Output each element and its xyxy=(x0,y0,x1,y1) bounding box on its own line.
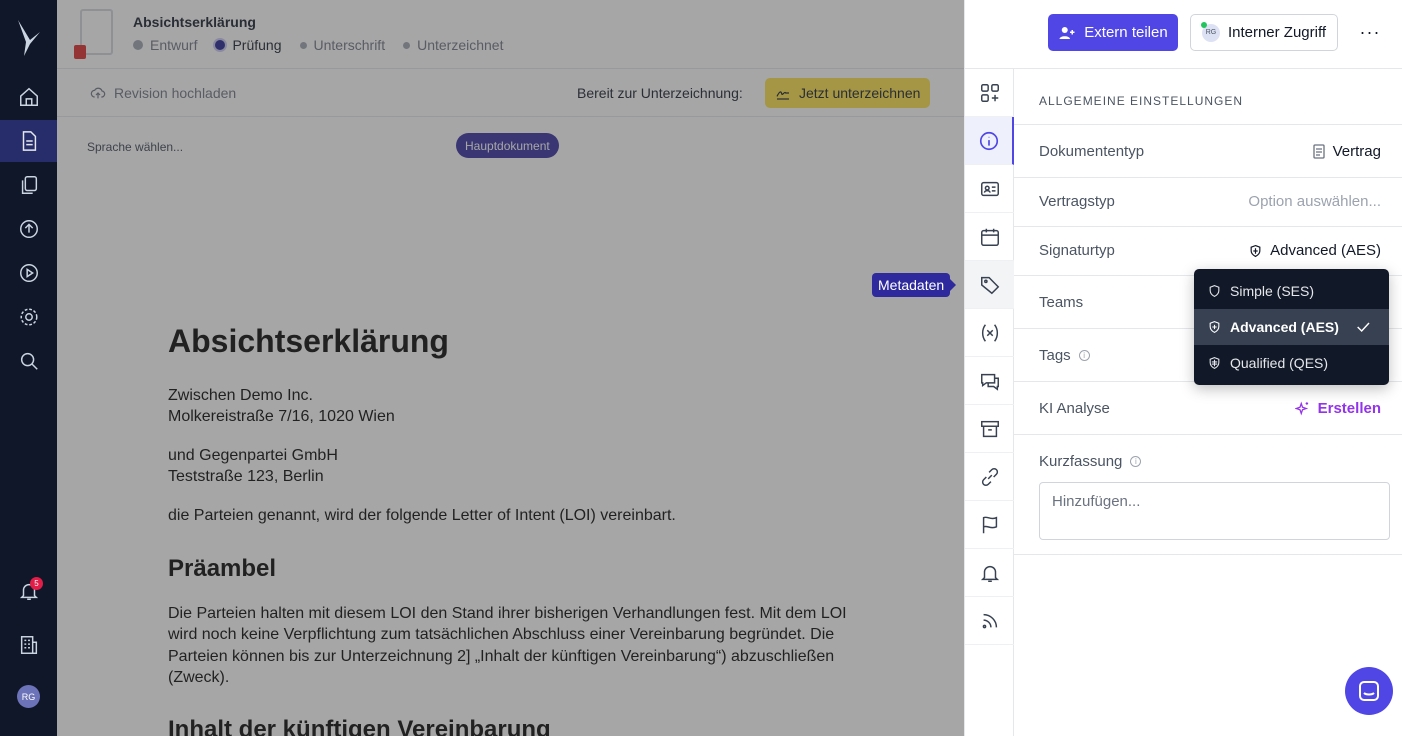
access-avatar: RG xyxy=(1200,21,1220,42)
play-icon xyxy=(19,264,38,282)
signature-type-label: Signaturtyp xyxy=(1039,242,1115,259)
chat-icon xyxy=(980,373,999,391)
section-title: ALLGEMEINE EINSTELLUNGEN xyxy=(1014,69,1402,125)
shield-icon xyxy=(1250,244,1261,257)
user-avatar[interactable]: RG xyxy=(17,685,40,708)
left-navigation: 5 RG xyxy=(0,0,57,736)
document-type-label: Dokumententyp xyxy=(1039,143,1145,160)
support-chat-button[interactable] xyxy=(1345,667,1393,715)
rss-icon xyxy=(982,613,997,628)
row-summary: Kurzfassung i xyxy=(1014,435,1402,555)
calendar-icon xyxy=(980,228,999,246)
ai-create-button[interactable]: Erstellen xyxy=(1294,400,1381,417)
rail-metadata[interactable] xyxy=(965,261,1014,309)
nav-settings[interactable] xyxy=(0,296,57,338)
teams-label: Teams xyxy=(1039,294,1084,311)
ai-analysis-label: KI Analyse xyxy=(1039,400,1110,417)
shield-icon xyxy=(1209,285,1220,298)
panel-icon-rail xyxy=(965,69,1014,736)
gear-icon xyxy=(19,308,38,326)
document-icon xyxy=(22,131,36,151)
more-options-button[interactable]: ··· xyxy=(1355,19,1385,45)
add-user-icon xyxy=(1059,26,1075,39)
notification-badge: 5 xyxy=(30,577,43,590)
nav-search[interactable] xyxy=(0,340,57,382)
info-icon xyxy=(979,131,998,150)
tags-label: Tags i xyxy=(1039,347,1090,364)
rail-contacts[interactable] xyxy=(965,165,1014,213)
nav-notifications[interactable] xyxy=(0,570,57,612)
signature-type-dropdown: Simple (SES) Advanced (AES) Qualified (Q… xyxy=(1194,269,1389,385)
variable-icon xyxy=(981,323,998,342)
contract-type-label: Vertragstyp xyxy=(1039,193,1115,210)
building-icon xyxy=(20,636,37,654)
contract-icon xyxy=(1312,144,1325,159)
rail-calendar[interactable] xyxy=(965,213,1014,261)
metadata-tooltip: Metadaten xyxy=(872,273,957,297)
nav-copies[interactable] xyxy=(0,164,57,206)
nav-organization[interactable] xyxy=(0,624,57,666)
tag-icon xyxy=(980,276,999,294)
option-simple-ses[interactable]: Simple (SES) xyxy=(1194,273,1389,309)
summary-input[interactable] xyxy=(1039,482,1390,540)
online-status-icon xyxy=(1200,21,1207,28)
rail-variables[interactable] xyxy=(965,309,1014,357)
share-external-button[interactable]: Extern teilen xyxy=(1048,14,1178,51)
rail-comments[interactable] xyxy=(965,357,1014,405)
nav-upload[interactable] xyxy=(0,208,57,250)
upload-circle-icon xyxy=(19,220,38,238)
signature-type-select[interactable]: Advanced (AES) xyxy=(1249,242,1381,259)
option-advanced-aes[interactable]: Advanced (AES) xyxy=(1194,309,1389,345)
rail-archive[interactable] xyxy=(965,405,1014,453)
bell-icon xyxy=(980,565,999,582)
checkmark-icon xyxy=(1357,322,1370,333)
rail-reminders[interactable] xyxy=(965,549,1014,597)
info-icon[interactable]: i xyxy=(1078,350,1090,361)
contract-type-select[interactable]: Option auswählen... xyxy=(1248,193,1381,210)
contact-card-icon xyxy=(980,181,999,196)
home-icon xyxy=(19,87,38,106)
apps-add-icon xyxy=(980,83,999,102)
rail-info[interactable] xyxy=(965,117,1014,165)
row-contract-type: Vertragstyp Option auswählen... xyxy=(1014,178,1402,227)
nav-play[interactable] xyxy=(0,252,57,294)
rail-feed[interactable] xyxy=(965,597,1014,645)
search-icon xyxy=(20,352,38,370)
internal-access-button[interactable]: RG Interner Zugriff xyxy=(1190,14,1338,51)
modal-backdrop[interactable] xyxy=(57,0,964,736)
sparkles-icon xyxy=(1294,401,1308,416)
option-qualified-qes[interactable]: Qualified (QES) xyxy=(1194,345,1389,381)
rail-apps[interactable] xyxy=(965,69,1014,117)
brand-logo[interactable] xyxy=(16,18,42,58)
rail-links[interactable] xyxy=(965,453,1014,501)
row-document-type: Dokumententyp Vertrag xyxy=(1014,125,1402,178)
row-ai-analysis: KI Analyse Erstellen xyxy=(1014,382,1402,435)
flag-icon xyxy=(982,515,997,533)
link-icon xyxy=(981,467,998,486)
shield-plus-icon xyxy=(1209,321,1220,334)
chat-bubble-icon xyxy=(1359,681,1379,701)
document-type-value[interactable]: Vertrag xyxy=(1312,143,1381,160)
nav-home[interactable] xyxy=(0,76,57,118)
rail-flags[interactable] xyxy=(965,501,1014,549)
nav-documents[interactable] xyxy=(0,120,57,162)
copy-icon xyxy=(21,176,37,194)
panel-header: Extern teilen RG Interner Zugriff ··· xyxy=(965,0,1402,69)
summary-label: Kurzfassung i xyxy=(1039,453,1142,470)
archive-icon xyxy=(980,420,999,437)
info-icon[interactable]: i xyxy=(1130,456,1142,467)
shield-double-icon xyxy=(1209,357,1220,370)
